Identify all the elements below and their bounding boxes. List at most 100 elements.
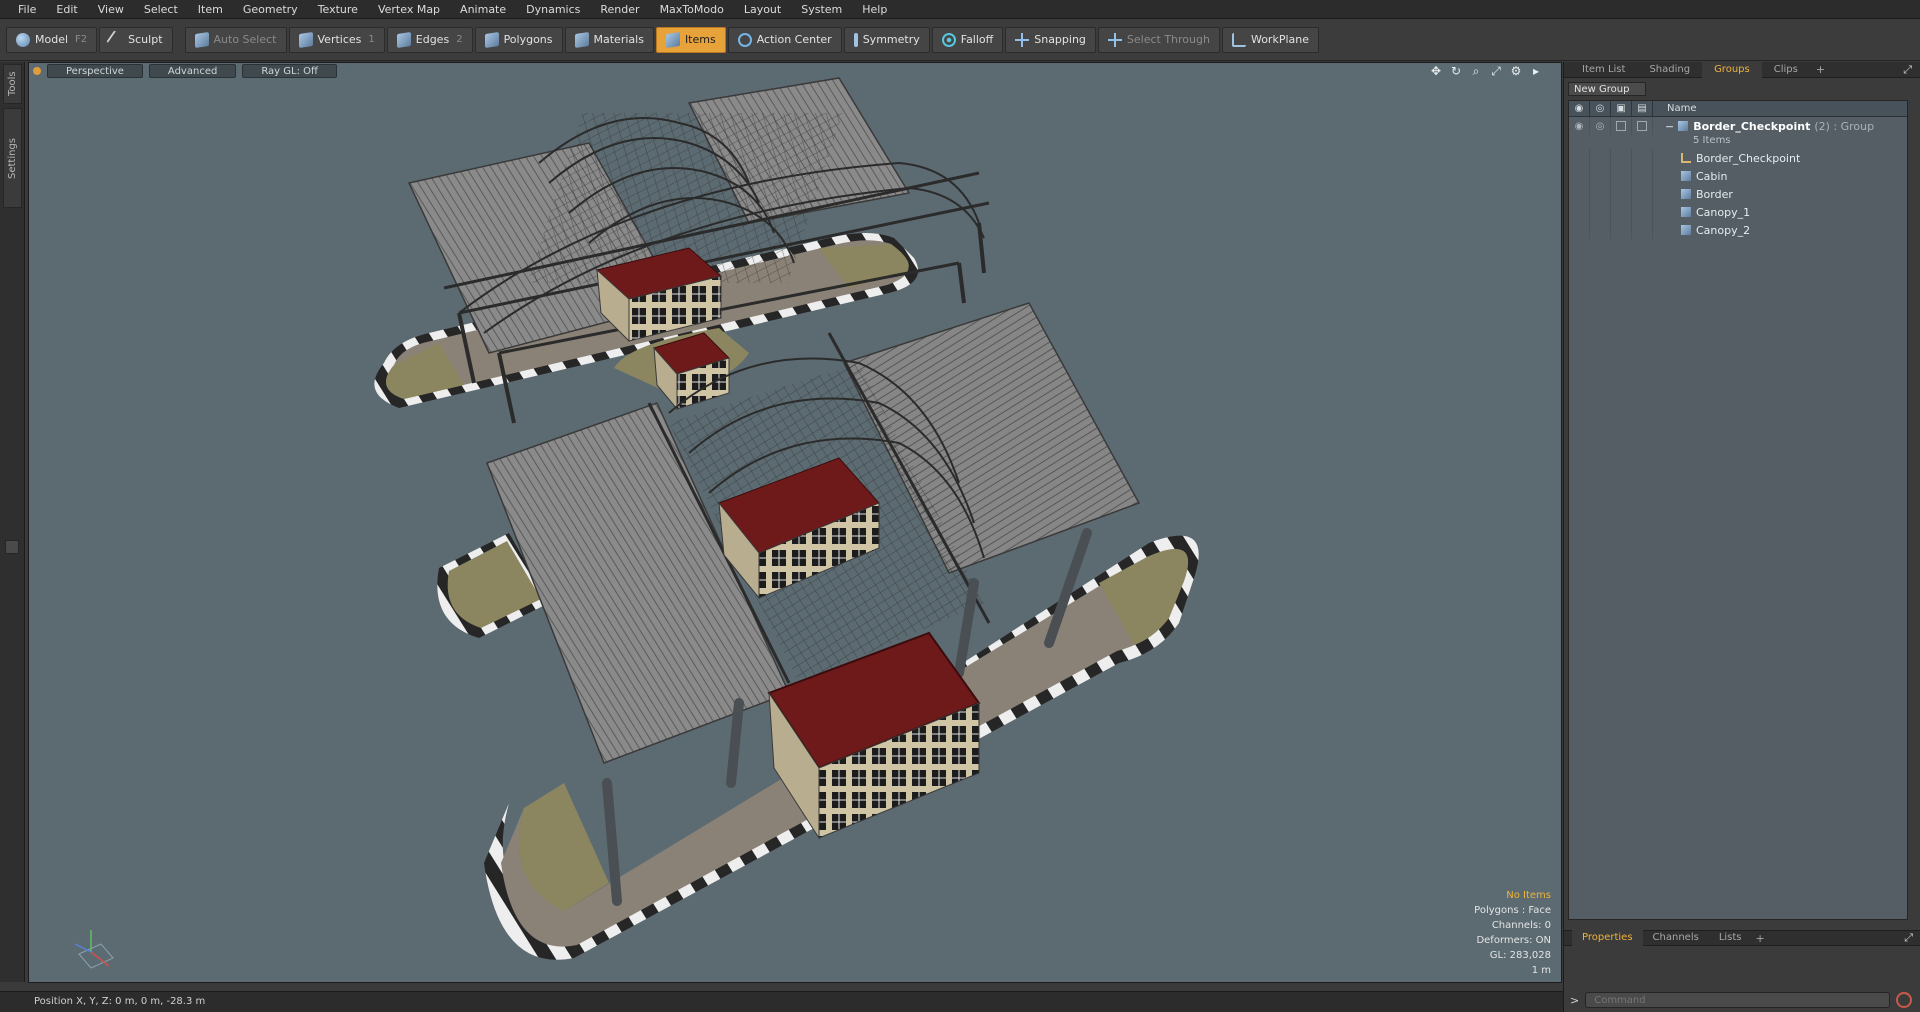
menu-system[interactable]: System xyxy=(791,0,852,19)
tab-item-list[interactable]: Item List xyxy=(1570,62,1637,78)
render-icon[interactable]: ◎ xyxy=(1590,117,1611,135)
symmetry-button[interactable]: Symmetry xyxy=(843,26,930,53)
menu-animate[interactable]: Animate xyxy=(450,0,516,19)
group-suffix: (2) : Group xyxy=(1814,119,1875,133)
tab-properties[interactable]: Properties xyxy=(1572,930,1643,946)
axis-gizmo xyxy=(74,930,114,969)
item-name: Canopy_2 xyxy=(1653,224,1750,237)
select-column-icon[interactable]: ▤ xyxy=(1632,100,1653,117)
menu-render[interactable]: Render xyxy=(590,0,649,19)
add-tab-icon[interactable]: + xyxy=(1810,63,1831,76)
item-label: Canopy_1 xyxy=(1696,205,1751,219)
zoom-icon[interactable]: ⌕ xyxy=(1469,64,1483,78)
properties-tabs: Properties Channels Lists + ⤢ xyxy=(1564,930,1920,946)
viewport-menu-icon[interactable] xyxy=(33,67,41,75)
sculpt-mode-button[interactable]: Sculpt xyxy=(99,26,173,53)
view-type-dropdown[interactable]: Perspective xyxy=(47,64,143,78)
menu-edit[interactable]: Edit xyxy=(46,0,87,19)
name-column-header[interactable]: Name xyxy=(1653,103,1697,114)
menu-dynamics[interactable]: Dynamics xyxy=(516,0,590,19)
menu-help[interactable]: Help xyxy=(852,0,897,19)
tab-channels[interactable]: Channels xyxy=(1643,930,1709,946)
expand-icon[interactable]: ⤢ xyxy=(1903,63,1912,77)
falloff-icon xyxy=(941,32,956,47)
rotate-icon[interactable]: ↻ xyxy=(1449,64,1463,78)
select-checkbox[interactable] xyxy=(1637,121,1647,131)
tab-lists[interactable]: Lists xyxy=(1709,930,1752,946)
settings-tab[interactable]: Settings xyxy=(3,108,22,208)
mesh-icon xyxy=(1681,189,1691,199)
lock-checkbox[interactable] xyxy=(1616,121,1626,131)
viewport-stats: No Items Polygons : Face Channels: 0 Def… xyxy=(1474,888,1551,978)
tab-shading[interactable]: Shading xyxy=(1637,62,1702,78)
items-icon xyxy=(665,31,680,48)
list-item[interactable]: Canopy_2 xyxy=(1569,221,1907,239)
visibility-column-icon[interactable]: ◉ xyxy=(1569,100,1590,117)
menu-view[interactable]: View xyxy=(88,0,134,19)
eye-icon[interactable]: ◉ xyxy=(1569,117,1590,135)
items-label: Items xyxy=(684,33,716,46)
menu-geometry[interactable]: Geometry xyxy=(233,0,308,19)
render-column-icon[interactable]: ◎ xyxy=(1590,100,1611,117)
model-label: Model xyxy=(35,33,69,46)
mesh-icon xyxy=(1681,225,1691,235)
polygons-button[interactable]: Polygons xyxy=(474,26,563,53)
list-item[interactable]: Canopy_1 xyxy=(1569,203,1907,221)
collapse-handle[interactable] xyxy=(5,540,19,554)
tools-tab[interactable]: Tools xyxy=(3,64,22,104)
list-item[interactable]: Cabin xyxy=(1569,167,1907,185)
edges-button[interactable]: Edges 2 xyxy=(386,26,473,53)
new-group-button[interactable]: New Group xyxy=(1568,82,1646,96)
selection-info: No Items xyxy=(1506,890,1551,901)
raygl-toggle[interactable]: Ray GL: Off xyxy=(242,64,337,78)
materials-label: Materials xyxy=(593,33,644,46)
command-input[interactable] xyxy=(1585,992,1891,1008)
gear-icon[interactable]: ⚙ xyxy=(1509,64,1523,78)
model-mode-button[interactable]: Model F2 xyxy=(6,26,98,53)
list-item[interactable]: Border xyxy=(1569,185,1907,203)
groups-list-header: ◉ ◎ ▣ ▤ Name xyxy=(1569,100,1907,117)
auto-select-button[interactable]: Auto Select xyxy=(184,26,287,53)
stop-icon[interactable] xyxy=(1896,992,1913,1008)
expand-toggle-icon[interactable]: − xyxy=(1665,120,1674,133)
list-item[interactable]: Border_Checkpoint xyxy=(1569,149,1907,167)
tab-groups[interactable]: Groups xyxy=(1702,61,1762,78)
menu-vertex-map[interactable]: Vertex Map xyxy=(368,0,450,19)
menu-layout[interactable]: Layout xyxy=(734,0,791,19)
action-center-label: Action Center xyxy=(756,33,832,46)
model-shortcut: F2 xyxy=(75,34,88,45)
channels-info: Channels: 0 xyxy=(1491,920,1551,931)
scene-render xyxy=(374,77,1199,960)
maximize-icon[interactable]: ⤢ xyxy=(1489,64,1503,78)
falloff-button[interactable]: Falloff xyxy=(931,26,1004,53)
add-tab-icon[interactable]: + xyxy=(1752,932,1769,945)
lock-column-icon[interactable]: ▣ xyxy=(1611,100,1632,117)
symmetry-icon xyxy=(853,32,858,47)
menu-item[interactable]: Item xyxy=(188,0,233,19)
group-row[interactable]: ◉ ◎ − Border_Checkpoint (2) : Group xyxy=(1569,117,1907,135)
select-through-button[interactable]: Select Through xyxy=(1097,26,1220,53)
status-bar: Position X, Y, Z: 0 m, 0 m, -28.3 m xyxy=(0,991,1563,1012)
tab-clips[interactable]: Clips xyxy=(1762,62,1810,78)
menu-select[interactable]: Select xyxy=(134,0,188,19)
command-bar: > xyxy=(1564,988,1920,1012)
menu-maxtomodo[interactable]: MaxToModo xyxy=(650,0,734,19)
shading-style-dropdown[interactable]: Advanced xyxy=(148,64,237,78)
vertices-button[interactable]: Vertices 1 xyxy=(288,26,385,53)
viewport-nav-controls: ✥ ↻ ⌕ ⤢ ⚙ ▸ xyxy=(1423,64,1543,78)
vertices-shortcut: 1 xyxy=(368,34,375,45)
menu-file[interactable]: File xyxy=(8,0,46,19)
pan-icon[interactable]: ✥ xyxy=(1429,64,1443,78)
items-button[interactable]: Items xyxy=(655,26,726,53)
workplane-button[interactable]: WorkPlane xyxy=(1221,26,1319,53)
materials-button[interactable]: Materials xyxy=(564,26,654,53)
item-name: Border_Checkpoint xyxy=(1653,152,1800,165)
expand-icon[interactable]: ⤢ xyxy=(1904,931,1913,945)
group-label: Border_Checkpoint xyxy=(1693,119,1811,133)
materials-icon xyxy=(574,31,589,48)
snapping-button[interactable]: Snapping xyxy=(1005,26,1096,53)
arrow-right-icon[interactable]: ▸ xyxy=(1529,64,1543,78)
menu-texture[interactable]: Texture xyxy=(308,0,368,19)
3d-viewport[interactable]: Perspective Advanced Ray GL: Off ✥ ↻ ⌕ ⤢… xyxy=(28,62,1562,983)
action-center-button[interactable]: Action Center xyxy=(727,26,842,53)
